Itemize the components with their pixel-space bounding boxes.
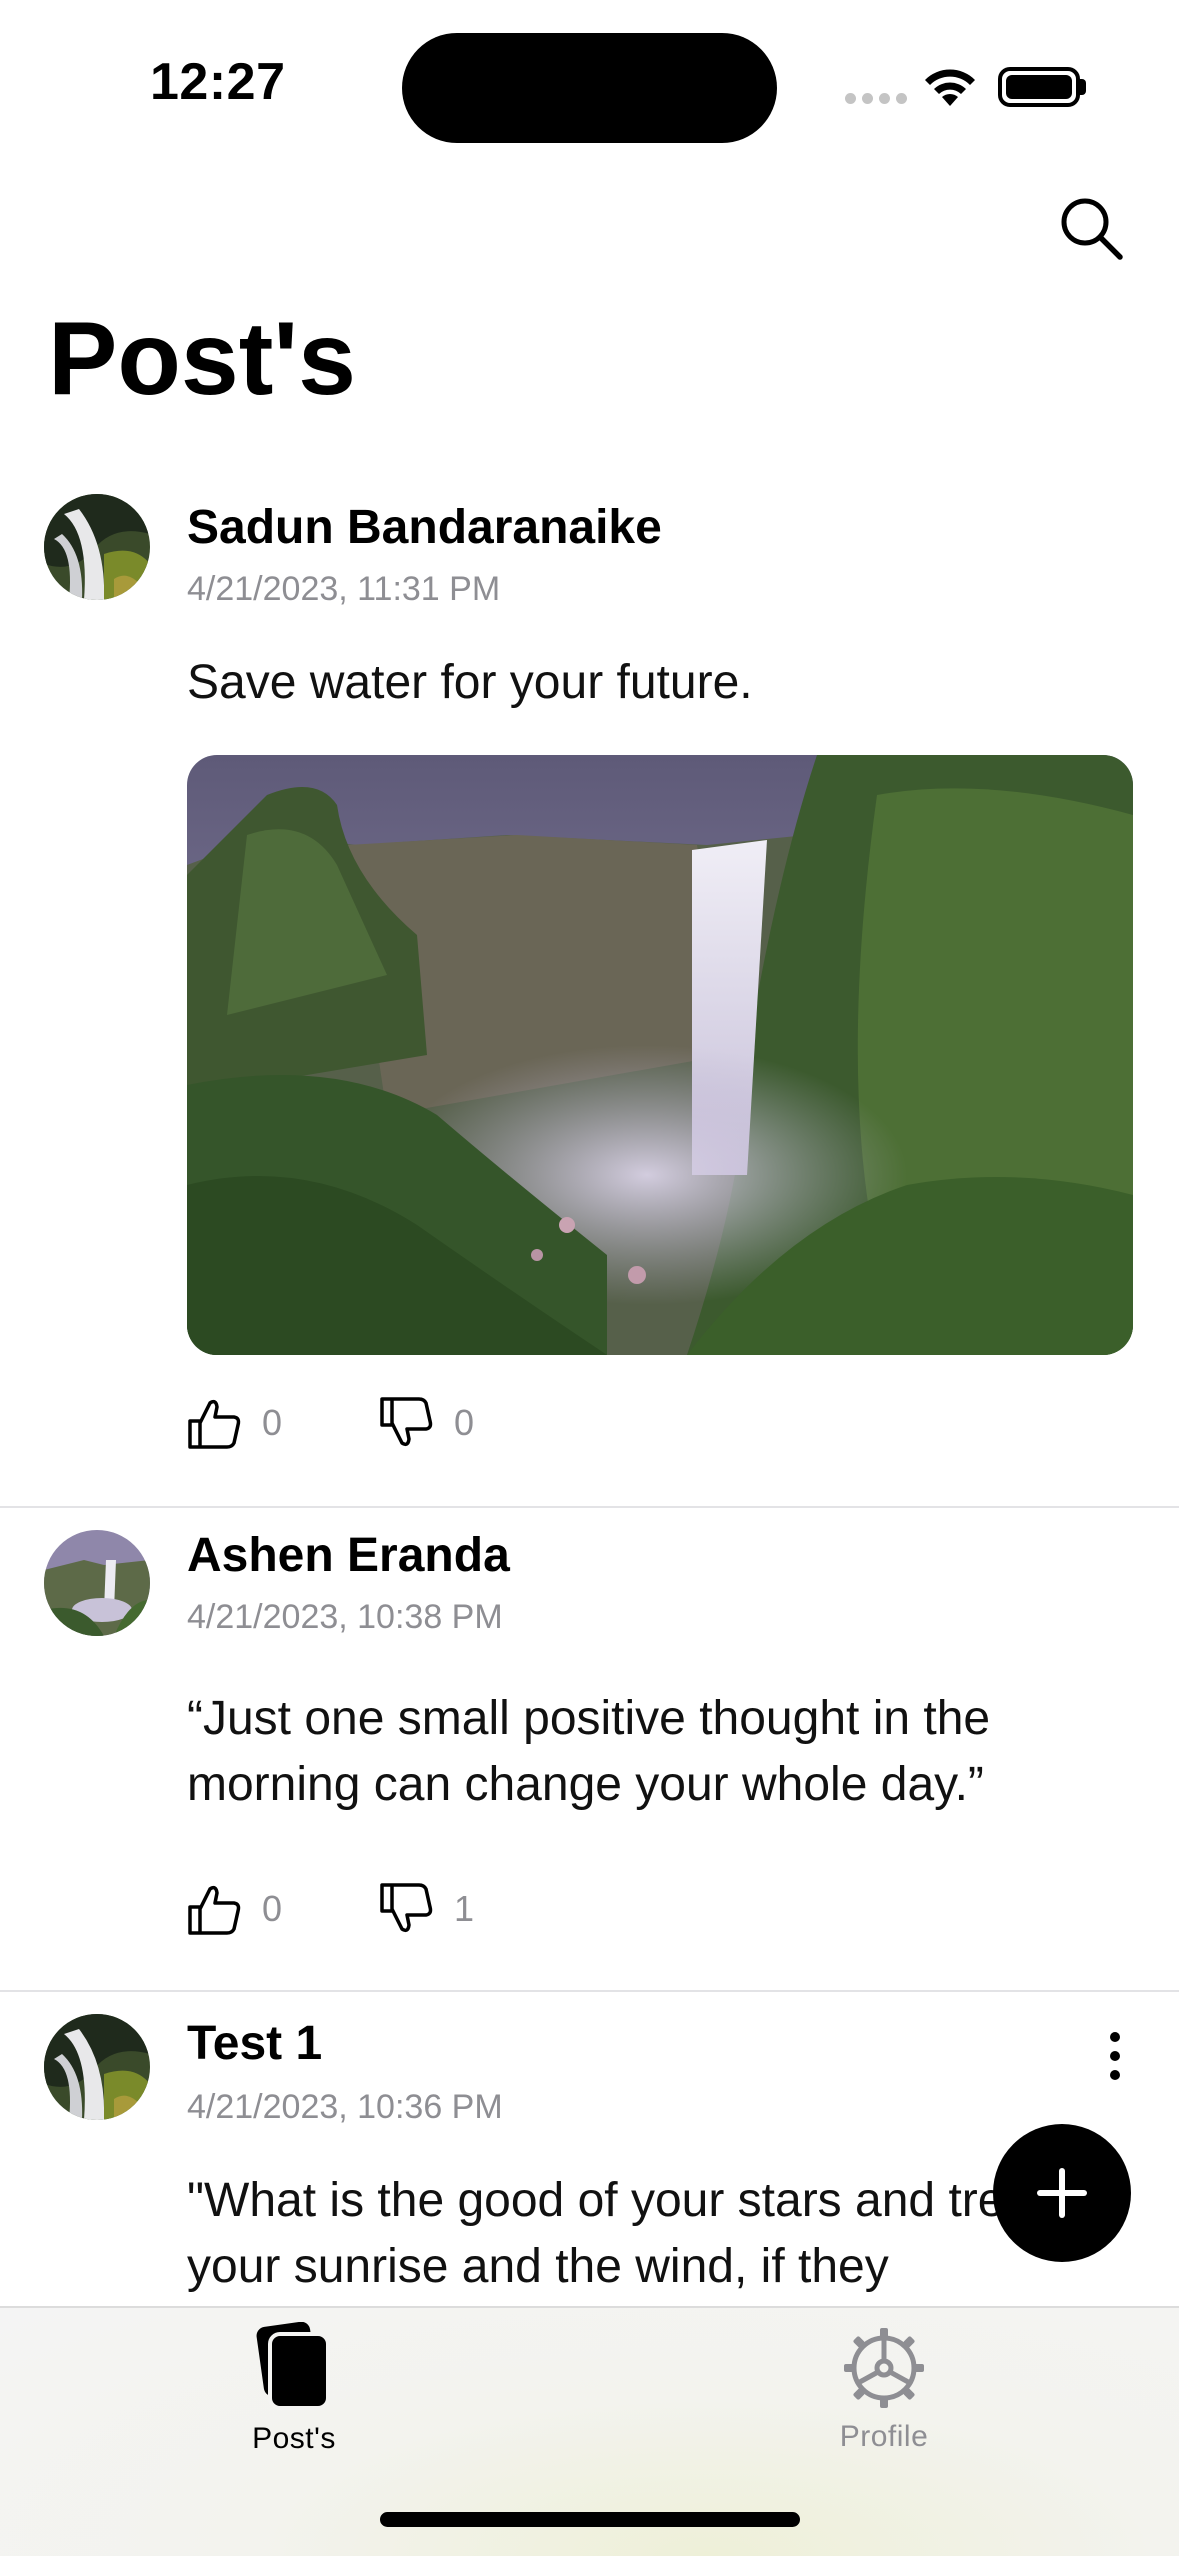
gear-icon: [844, 2328, 924, 2408]
search-button[interactable]: [1058, 195, 1126, 263]
cellular-signal-icon: [845, 93, 907, 104]
more-options-button[interactable]: [1090, 2026, 1140, 2086]
thumbs-up-icon: [188, 1885, 241, 1935]
thumbs-down-icon: [380, 1397, 433, 1447]
dynamic-island: [402, 33, 777, 143]
avatar-image: [44, 494, 150, 600]
like-button[interactable]: 0: [186, 1881, 282, 1937]
post-card[interactable]: Test 1 4/21/2023, 10:36 PM "What is the …: [0, 1992, 1179, 2306]
post-text: “Just one small positive thought in the …: [187, 1692, 991, 1811]
avatar-image: [44, 1530, 150, 1636]
more-dot-icon: [1110, 2032, 1120, 2042]
more-dot-icon: [1110, 2051, 1120, 2061]
post-timestamp: 4/21/2023, 10:36 PM: [187, 2088, 503, 2126]
thumbs-up-icon: [188, 1399, 241, 1449]
status-time: 12:27: [150, 53, 286, 111]
thumbs-down-icon: [380, 1883, 433, 1933]
waterfall-photo: [187, 755, 1133, 1355]
status-bar: 12:27: [0, 0, 1179, 170]
post-author[interactable]: Sadun Bandaranaike: [187, 500, 662, 555]
like-button[interactable]: 0: [186, 1395, 282, 1451]
post-timestamp: 4/21/2023, 11:31 PM: [187, 570, 501, 608]
search-icon: [1061, 198, 1123, 260]
battery-cap: [1080, 79, 1086, 95]
avatar-image: [44, 2014, 150, 2120]
tab-label: Profile: [839, 2420, 929, 2453]
dislike-button[interactable]: 1: [378, 1881, 474, 1937]
page-title: Post's: [48, 301, 356, 417]
home-indicator[interactable]: [380, 2512, 800, 2527]
dislike-button[interactable]: 0: [378, 1395, 474, 1451]
more-dot-icon: [1110, 2070, 1120, 2080]
dislike-count: 0: [454, 1402, 475, 1443]
post-text: Save water for your future.: [187, 656, 753, 709]
post-author[interactable]: Ashen Eranda: [187, 1528, 510, 1583]
avatar[interactable]: [44, 1530, 150, 1636]
post-card[interactable]: Ashen Eranda 4/21/2023, 10:38 PM “Just o…: [0, 1508, 1179, 1990]
post-author[interactable]: Test 1: [187, 2016, 322, 2071]
post-timestamp: 4/21/2023, 10:38 PM: [187, 1598, 503, 1636]
avatar[interactable]: [44, 2014, 150, 2120]
battery-icon: [998, 67, 1080, 107]
tab-profile[interactable]: Profile: [754, 2322, 1014, 2472]
post-card[interactable]: Sadun Bandaranaike 4/21/2023, 11:31 PM S…: [0, 490, 1179, 1506]
wifi-icon: [925, 69, 975, 106]
like-count: 0: [262, 1888, 283, 1929]
posts-icon: [256, 2322, 330, 2410]
post-text: "What is the good of your stars and tree…: [187, 2174, 1069, 2293]
like-count: 0: [262, 1402, 283, 1443]
tab-posts[interactable]: Post's: [164, 2322, 424, 2472]
plus-icon: [1037, 2168, 1087, 2218]
dislike-count: 1: [454, 1888, 475, 1929]
add-post-button[interactable]: [993, 2124, 1131, 2262]
post-image[interactable]: [187, 755, 1133, 1355]
tab-label: Post's: [252, 2422, 336, 2455]
avatar[interactable]: [44, 494, 150, 600]
